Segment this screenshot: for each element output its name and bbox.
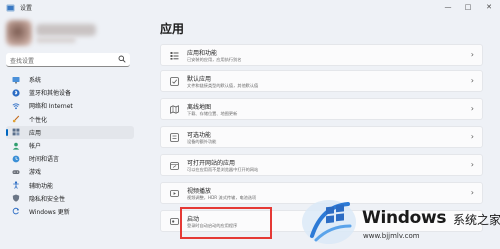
card-description: 视频调整，HDR 流式传输，电池选项 bbox=[187, 195, 257, 200]
startup-icon bbox=[170, 218, 179, 225]
monitor-icon bbox=[12, 76, 20, 83]
update-icon bbox=[12, 208, 20, 215]
sidebar-item-label: 辅助功能 bbox=[29, 182, 54, 190]
sidebar-item-bluetooth[interactable]: 蓝牙和其他设备 bbox=[6, 86, 134, 99]
windows-logo-icon bbox=[302, 200, 356, 244]
brush-icon bbox=[12, 115, 20, 123]
sidebar-item-windows-update[interactable]: Windows 更新 bbox=[6, 205, 134, 218]
optional-icon bbox=[170, 133, 179, 142]
sidebar-item-label: 时间和语言 bbox=[29, 156, 60, 164]
user-email-blurred bbox=[36, 37, 76, 43]
close-button[interactable]: ✕ bbox=[482, 2, 496, 12]
chevron-right-icon: › bbox=[470, 76, 474, 85]
card-description: 下载、存储位置、地图更新 bbox=[187, 111, 238, 116]
sidebar-item-label: 应用 bbox=[29, 129, 42, 137]
card-description: 设备的额外功能 bbox=[187, 139, 217, 144]
card-apps-for-websites[interactable]: 可打开网站的应用 可以在应用而不是浏览器中打开的网站 › bbox=[160, 154, 483, 176]
chevron-right-icon: › bbox=[470, 50, 474, 59]
shield-icon bbox=[12, 194, 20, 202]
settings-app-icon bbox=[6, 4, 15, 12]
watermark-brand: Windows bbox=[362, 208, 447, 228]
map-icon bbox=[170, 105, 179, 114]
sidebar-item-personalization[interactable]: 个性化 bbox=[6, 113, 134, 126]
page-title: 应用 bbox=[160, 22, 185, 36]
user-name-blurred bbox=[36, 24, 96, 36]
search-icon bbox=[118, 55, 126, 63]
wifi-icon bbox=[12, 103, 20, 110]
sidebar-nav: 系统 蓝牙和其他设备 网络和 Internet 个性化 应用 帐户 时间和语言 … bbox=[6, 73, 134, 218]
sidebar-item-network[interactable]: 网络和 Internet bbox=[6, 99, 134, 112]
sidebar-item-accounts[interactable]: 帐户 bbox=[6, 139, 134, 152]
sidebar-item-apps[interactable]: 应用 bbox=[6, 125, 134, 139]
link-window-icon bbox=[170, 162, 179, 170]
sidebar-item-time-language[interactable]: 时间和语言 bbox=[6, 152, 134, 165]
search-input[interactable]: 查找设置 bbox=[6, 53, 130, 67]
video-icon bbox=[170, 190, 179, 197]
sidebar-item-label: 游戏 bbox=[29, 169, 42, 177]
card-title: 可打开网站的应用 bbox=[187, 160, 236, 167]
search-placeholder: 查找设置 bbox=[10, 58, 35, 65]
sidebar-item-label: 个性化 bbox=[29, 116, 48, 124]
sidebar-item-label: 网络和 Internet bbox=[29, 103, 73, 111]
card-title: 应用和功能 bbox=[187, 50, 218, 57]
gamepad-icon bbox=[12, 170, 20, 174]
chevron-right-icon: › bbox=[470, 188, 474, 197]
bluetooth-icon bbox=[12, 89, 20, 97]
sidebar-item-label: 帐户 bbox=[29, 143, 42, 151]
default-apps-icon bbox=[170, 77, 179, 86]
card-title: 视频播放 bbox=[187, 188, 212, 195]
card-default-apps[interactable]: 默认应用 文件和链接类型的默认值，其他默认值 › bbox=[160, 70, 483, 92]
sidebar-item-label: 蓝牙和其他设备 bbox=[29, 90, 72, 98]
card-description: 可以在应用而不是浏览器中打开的网站 bbox=[187, 167, 259, 172]
card-title: 默认应用 bbox=[187, 76, 212, 83]
window-title: 设置 bbox=[20, 5, 33, 12]
watermark-url: www.bjjmlv.com bbox=[363, 232, 420, 240]
maximize-button[interactable]: □ bbox=[461, 2, 475, 12]
apps-icon bbox=[12, 128, 20, 136]
avatar[interactable] bbox=[6, 20, 32, 46]
sidebar-item-system[interactable]: 系统 bbox=[6, 73, 134, 86]
globe-clock-icon bbox=[12, 155, 20, 163]
accessibility-icon bbox=[13, 181, 19, 189]
list-icon bbox=[170, 52, 179, 60]
sidebar-item-privacy-security[interactable]: 隐私和安全性 bbox=[6, 192, 134, 205]
card-title: 离线地图 bbox=[187, 104, 212, 111]
sidebar-item-label: 系统 bbox=[29, 77, 42, 85]
sidebar-item-accessibility[interactable]: 辅助功能 bbox=[6, 179, 134, 192]
card-offline-maps[interactable]: 离线地图 下载、存储位置、地图更新 › bbox=[160, 98, 483, 120]
minimize-button[interactable]: — bbox=[441, 2, 455, 12]
sidebar-item-label: 隐私和安全性 bbox=[29, 195, 66, 203]
card-title: 可选功能 bbox=[187, 132, 212, 139]
card-apps-features[interactable]: 应用和功能 已安装的应用，应用执行别名 › bbox=[160, 44, 483, 66]
card-optional-features[interactable]: 可选功能 设备的额外功能 › bbox=[160, 126, 483, 148]
title-bar: 设置 — □ ✕ bbox=[0, 0, 500, 16]
chevron-right-icon: › bbox=[470, 104, 474, 113]
card-description: 文件和链接类型的默认值，其他默认值 bbox=[187, 83, 259, 88]
card-description: 已安装的应用，应用执行别名 bbox=[187, 57, 242, 62]
chevron-right-icon: › bbox=[470, 132, 474, 141]
sidebar-item-gaming[interactable]: 游戏 bbox=[6, 165, 134, 178]
person-icon bbox=[12, 142, 20, 150]
chevron-right-icon: › bbox=[470, 160, 474, 169]
sidebar-item-label: Windows 更新 bbox=[29, 208, 70, 216]
watermark-site-name: 系统之家 bbox=[453, 213, 500, 227]
highlight-box bbox=[180, 207, 272, 239]
